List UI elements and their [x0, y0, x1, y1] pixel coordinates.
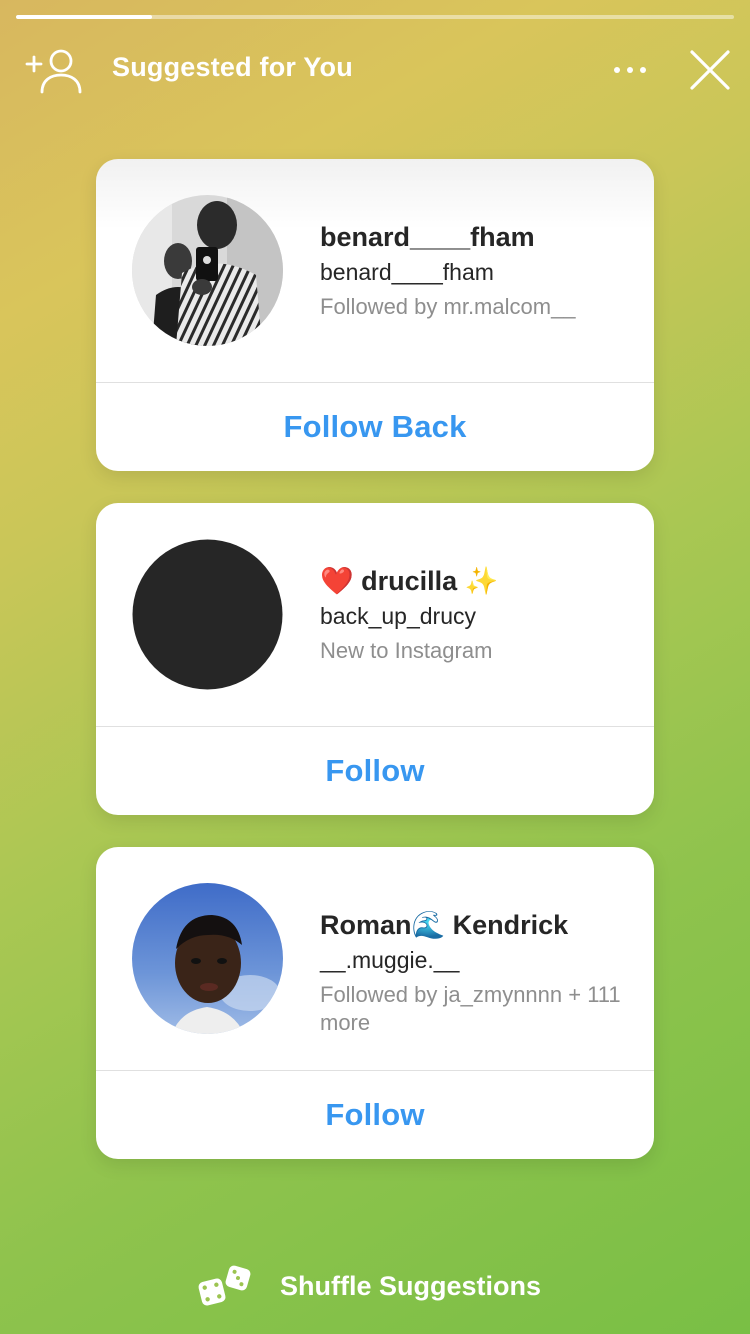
- follow-button[interactable]: Follow: [96, 727, 654, 815]
- dice-icon: [196, 1264, 258, 1308]
- avatar[interactable]: [132, 883, 283, 1034]
- suggestion-context: Followed by mr.malcom__: [320, 294, 576, 319]
- suggestion-name: Roman🌊 Kendrick: [320, 910, 569, 940]
- suggestion-name: benard____fham: [320, 222, 535, 252]
- suggestion-card: Roman🌊 Kendrick __.muggie.__ Followed by…: [96, 847, 654, 1159]
- page-title: Suggested for You: [112, 52, 353, 82]
- suggestion-name: ❤️ drucilla ✨: [320, 566, 499, 596]
- story-progress-bar: [16, 15, 734, 19]
- follow-back-button[interactable]: Follow Back: [96, 383, 654, 471]
- avatar[interactable]: [132, 195, 283, 346]
- avatar[interactable]: [132, 539, 283, 690]
- story-progress-fill: [16, 15, 153, 19]
- suggestion-context: New to Instagram: [320, 638, 493, 663]
- shuffle-label: Shuffle Suggestions: [280, 1270, 542, 1301]
- suggestion-username: back_up_drucy: [320, 603, 476, 629]
- more-horizontal-icon[interactable]: [610, 56, 650, 84]
- suggestion-info[interactable]: Roman🌊 Kendrick __.muggie.__ Followed by…: [96, 847, 654, 1070]
- shuffle-suggestions-button[interactable]: Shuffle Suggestions: [196, 1262, 566, 1310]
- header-bar: Suggested for You: [0, 40, 750, 100]
- suggestion-info[interactable]: ❤️ drucilla ✨ back_up_drucy New to Insta…: [96, 503, 654, 726]
- suggestion-context: Followed by ja_zmynnnn + 111 more: [320, 982, 621, 1035]
- close-icon[interactable]: [684, 46, 736, 94]
- add-user-icon[interactable]: [24, 46, 86, 94]
- suggestion-card: benard____fham benard____fham Followed b…: [96, 159, 654, 471]
- follow-button[interactable]: Follow: [96, 1071, 654, 1159]
- suggestion-info[interactable]: benard____fham benard____fham Followed b…: [96, 159, 654, 382]
- suggestion-card: ❤️ drucilla ✨ back_up_drucy New to Insta…: [96, 503, 654, 815]
- suggestion-username: benard____fham: [320, 259, 494, 285]
- suggestion-username: __.muggie.__: [320, 947, 460, 973]
